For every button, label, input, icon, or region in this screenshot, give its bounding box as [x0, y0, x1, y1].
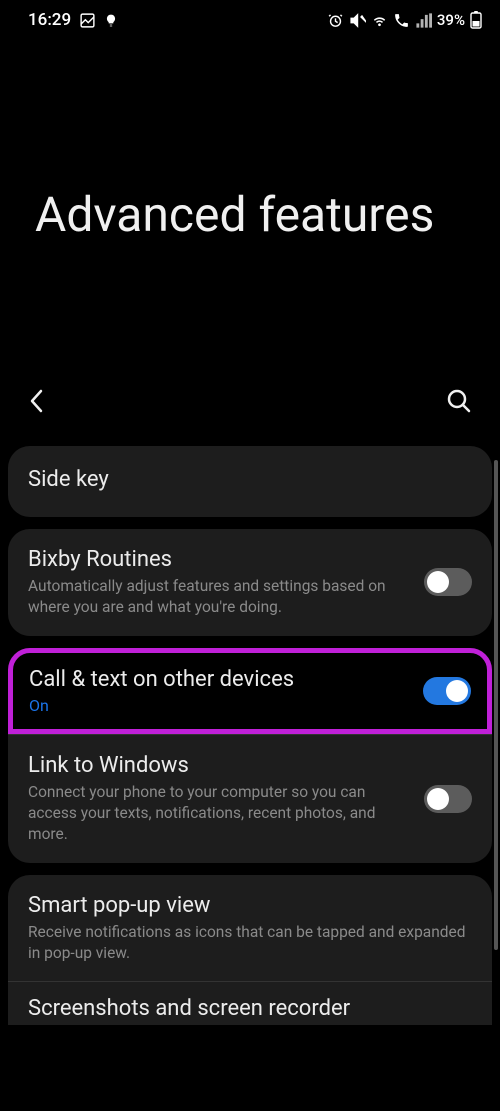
call-text-toggle[interactable] — [423, 677, 471, 705]
settings-list: Side key Bixby Routines Automatically ad… — [0, 446, 500, 1025]
page-title: Advanced features — [0, 36, 500, 243]
mute-icon — [349, 12, 366, 29]
wifi-calling-icon — [393, 12, 410, 29]
call-text-status: On — [29, 696, 407, 715]
search-button[interactable] — [446, 388, 472, 418]
link-windows-description: Connect your phone to your computer so y… — [28, 782, 408, 845]
side-key-item[interactable]: Side key — [8, 446, 492, 517]
battery-icon — [470, 11, 482, 29]
bixby-toggle[interactable] — [424, 568, 472, 596]
status-time: 16:29 — [28, 10, 71, 30]
back-button[interactable] — [28, 388, 44, 418]
status-bar: 16:29 39% — [0, 0, 500, 36]
link-windows-toggle[interactable] — [424, 785, 472, 813]
smart-popup-description: Receive notifications as icons that can … — [28, 922, 472, 964]
bixby-description: Automatically adjust features and settin… — [28, 576, 408, 618]
bulb-icon — [104, 12, 118, 29]
smart-popup-title: Smart pop-up view — [28, 893, 472, 918]
battery-percent: 39% — [437, 11, 465, 29]
call-text-link-group: Call & text on other devices On Link to … — [8, 648, 492, 863]
scrollbar[interactable] — [494, 460, 498, 950]
alarm-icon — [327, 12, 344, 29]
bixby-title: Bixby Routines — [28, 547, 408, 572]
screenshots-title: Screenshots and screen recorder — [28, 996, 472, 1021]
signal-icon — [415, 12, 432, 29]
link-windows-item[interactable]: Link to Windows Connect your phone to yo… — [8, 734, 492, 863]
image-icon — [79, 12, 96, 29]
smart-popup-item[interactable]: Smart pop-up view Receive notifications … — [8, 875, 492, 982]
wifi-icon — [371, 12, 388, 29]
call-text-title: Call & text on other devices — [29, 667, 407, 692]
nav-bar — [0, 388, 500, 418]
call-text-item[interactable]: Call & text on other devices On — [8, 648, 492, 734]
bixby-routines-item[interactable]: Bixby Routines Automatically adjust feat… — [8, 529, 492, 636]
link-windows-title: Link to Windows — [28, 753, 408, 778]
screenshots-item[interactable]: Screenshots and screen recorder — [8, 981, 492, 1025]
side-key-title: Side key — [28, 467, 472, 492]
